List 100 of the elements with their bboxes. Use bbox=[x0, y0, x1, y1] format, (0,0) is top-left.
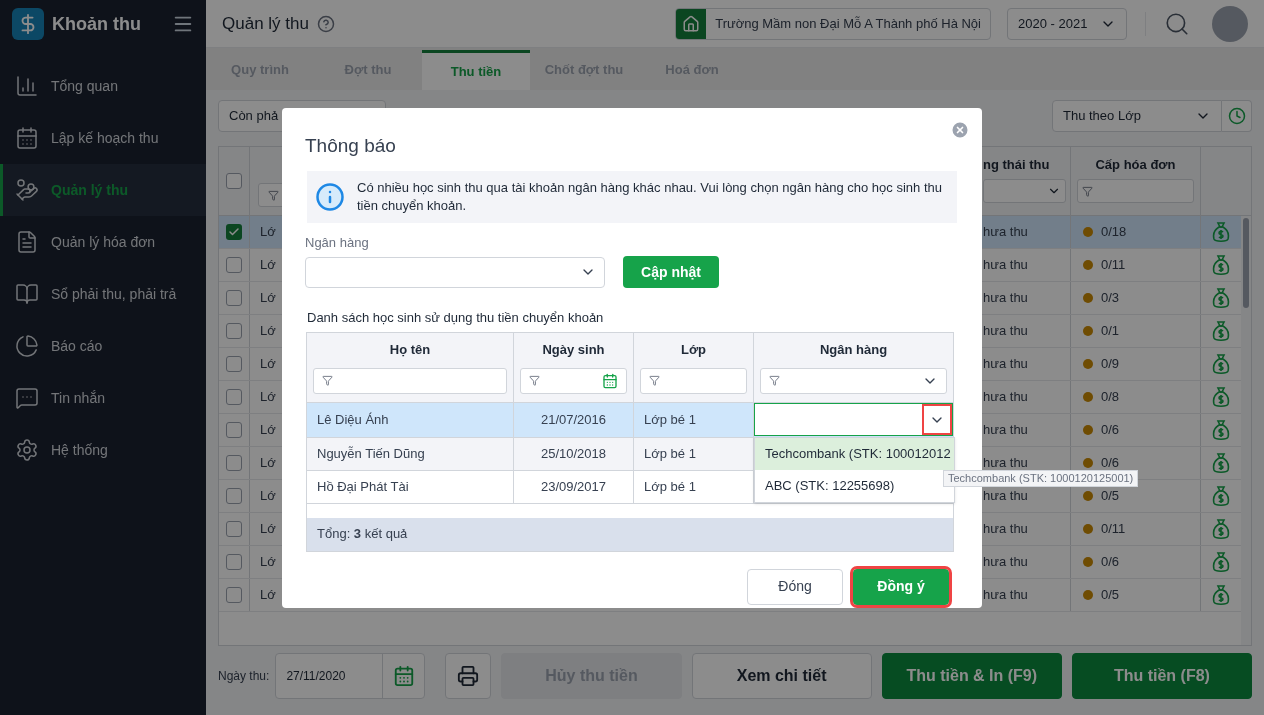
money-bag-icon[interactable] bbox=[1212, 518, 1230, 540]
dialog-button[interactable]: Đồng ý bbox=[853, 568, 949, 605]
table-cell-text: hưa thu bbox=[983, 421, 1028, 440]
chat-icon bbox=[15, 386, 39, 410]
row-checkbox[interactable] bbox=[226, 323, 242, 339]
date-label: Ngày thu: bbox=[218, 668, 270, 685]
table-cell-text: Lớ bbox=[260, 454, 276, 473]
sidebar-item[interactable]: Sổ phải thu, phải trả bbox=[0, 268, 206, 320]
date-field[interactable]: 27/11/2020 bbox=[275, 653, 426, 699]
money-bag-icon[interactable] bbox=[1212, 452, 1230, 474]
sidebar-item[interactable]: Quản lý hóa đơn bbox=[0, 216, 206, 268]
info-message: Có nhiều học sinh thu qua tài khoản ngân hàng khác nhau. Vui lòng chọn ngân hàng cho học sinh thu tiền chuyển khoản. bbox=[357, 178, 943, 215]
hand-coins-icon bbox=[15, 178, 39, 202]
update-button[interactable]: Cập nhật bbox=[623, 256, 719, 288]
close-icon[interactable] bbox=[950, 120, 970, 140]
money-bag-icon[interactable] bbox=[1212, 551, 1230, 573]
invoice-filter[interactable] bbox=[1077, 179, 1194, 203]
row-checkbox[interactable] bbox=[226, 488, 242, 504]
money-bag-icon[interactable] bbox=[1212, 419, 1230, 441]
page-title: Quản lý thu bbox=[222, 12, 309, 35]
action-button[interactable]: Thu tiền & In (F9) bbox=[881, 653, 1062, 699]
money-bag-icon[interactable] bbox=[1212, 287, 1230, 309]
table-cell-text: Lớp bé 1 bbox=[644, 477, 696, 496]
action-button[interactable]: Xem chi tiết bbox=[691, 653, 872, 699]
status-filter[interactable] bbox=[983, 179, 1066, 203]
app-title: Khoản thu bbox=[52, 12, 142, 36]
calendar-icon[interactable] bbox=[602, 372, 618, 389]
sidebar-item[interactable]: Lập kế hoạch thu bbox=[0, 112, 206, 164]
table-cell-text: 0/3 bbox=[1101, 289, 1120, 308]
select-all-checkbox[interactable] bbox=[226, 173, 242, 189]
help-icon[interactable] bbox=[316, 14, 335, 33]
row-checkbox[interactable] bbox=[226, 224, 242, 240]
pie-chart-icon bbox=[15, 334, 39, 358]
dropdown-toggle[interactable] bbox=[922, 404, 952, 435]
money-bag-icon[interactable] bbox=[1212, 386, 1230, 408]
field-label: Ngân hàng bbox=[305, 233, 370, 252]
table-cell-text: hưa thu bbox=[983, 355, 1028, 374]
table-cell-text: 0/5 bbox=[1101, 487, 1120, 506]
bank-cell-select[interactable] bbox=[754, 403, 953, 436]
bank-select[interactable] bbox=[305, 256, 605, 288]
table-cell-text: Lớ bbox=[260, 223, 276, 242]
row-checkbox[interactable] bbox=[226, 257, 242, 273]
clock-icon bbox=[1227, 107, 1246, 125]
row-checkbox[interactable] bbox=[226, 521, 242, 537]
sidebar-item[interactable]: Tin nhắn bbox=[0, 372, 206, 424]
history-button[interactable] bbox=[1222, 100, 1252, 132]
dropdown-option[interactable]: Techcombank (STK: 100012012 bbox=[755, 437, 954, 470]
mode-select[interactable]: Thu theo Lớp bbox=[1052, 100, 1222, 132]
sidebar-item[interactable]: Tổng quan bbox=[0, 60, 206, 112]
sidebar-item[interactable]: Báo cáo bbox=[0, 320, 206, 372]
table-cell-text: 0/6 bbox=[1101, 553, 1120, 572]
money-bag-icon[interactable] bbox=[1212, 485, 1230, 507]
action-button[interactable]: Thu tiền (F8) bbox=[1071, 653, 1252, 699]
table-cell-text: hưa thu bbox=[983, 289, 1028, 308]
scrollbar[interactable] bbox=[1241, 216, 1251, 645]
row-checkbox[interactable] bbox=[226, 587, 242, 603]
print-button[interactable] bbox=[445, 653, 492, 699]
row-checkbox[interactable] bbox=[226, 455, 242, 471]
table-cell-text: hưa thu bbox=[983, 553, 1028, 572]
table-cell-text: 0/11 bbox=[1101, 520, 1126, 539]
table-cell-text: hưa thu bbox=[983, 454, 1028, 473]
table-cell-text: hưa thu bbox=[983, 388, 1028, 407]
bar-chart-icon bbox=[15, 74, 39, 98]
table-cell-text: hưa thu bbox=[983, 322, 1028, 341]
column-header: Ngân hàng bbox=[818, 341, 889, 360]
year-select[interactable]: 2020 - 2021 bbox=[1007, 7, 1127, 40]
calendar-icon[interactable] bbox=[392, 665, 415, 687]
column-header: Họ tên bbox=[388, 341, 432, 360]
table-cell-text: 0/6 bbox=[1101, 421, 1120, 440]
school-selector[interactable]: Trường Mầm non Đại Mỗ A Thành phố Hà Nội bbox=[675, 7, 991, 40]
money-bag-icon[interactable] bbox=[1212, 320, 1230, 342]
filter-icon bbox=[769, 375, 780, 386]
table-cell-text: hưa thu bbox=[983, 223, 1028, 242]
table-cell-text: 0/18 bbox=[1101, 223, 1127, 242]
row-checkbox[interactable] bbox=[226, 356, 242, 372]
table-cell-text: hưa thu bbox=[983, 520, 1028, 539]
money-bag-icon[interactable] bbox=[1212, 584, 1230, 606]
row-checkbox[interactable] bbox=[226, 389, 242, 405]
money-bag-icon[interactable] bbox=[1212, 254, 1230, 276]
table-cell-text: 0/8 bbox=[1101, 388, 1120, 407]
tab[interactable]: Thu tiền bbox=[422, 50, 530, 90]
list-label: Danh sách học sinh sử dụng thu tiền chuyển khoản bbox=[307, 309, 605, 327]
row-checkbox[interactable] bbox=[226, 422, 242, 438]
table-cell-text: 0/11 bbox=[1101, 256, 1126, 275]
table-cell-text: hưa thu bbox=[983, 256, 1028, 275]
row-checkbox[interactable] bbox=[226, 290, 242, 306]
table-cell-text: Lớ bbox=[260, 388, 276, 407]
money-bag-icon[interactable] bbox=[1212, 221, 1230, 243]
dialog-button[interactable]: Đóng bbox=[747, 568, 843, 605]
row-checkbox[interactable] bbox=[226, 554, 242, 570]
avatar[interactable] bbox=[1212, 5, 1248, 42]
money-bag-icon[interactable] bbox=[1212, 353, 1230, 375]
table-cell-text: 0/6 bbox=[1101, 454, 1120, 473]
column-header: Cấp hóa đơn bbox=[1094, 156, 1177, 175]
sidebar-item[interactable]: Hệ thống bbox=[0, 424, 206, 476]
table-cell-text: Lớ bbox=[260, 553, 276, 572]
home-icon bbox=[682, 14, 701, 33]
table-cell-text: Lớ bbox=[260, 520, 276, 539]
table-cell-text: Lớ bbox=[260, 322, 276, 341]
table-cell-text: Nguyễn Tiến Dũng bbox=[317, 444, 425, 463]
